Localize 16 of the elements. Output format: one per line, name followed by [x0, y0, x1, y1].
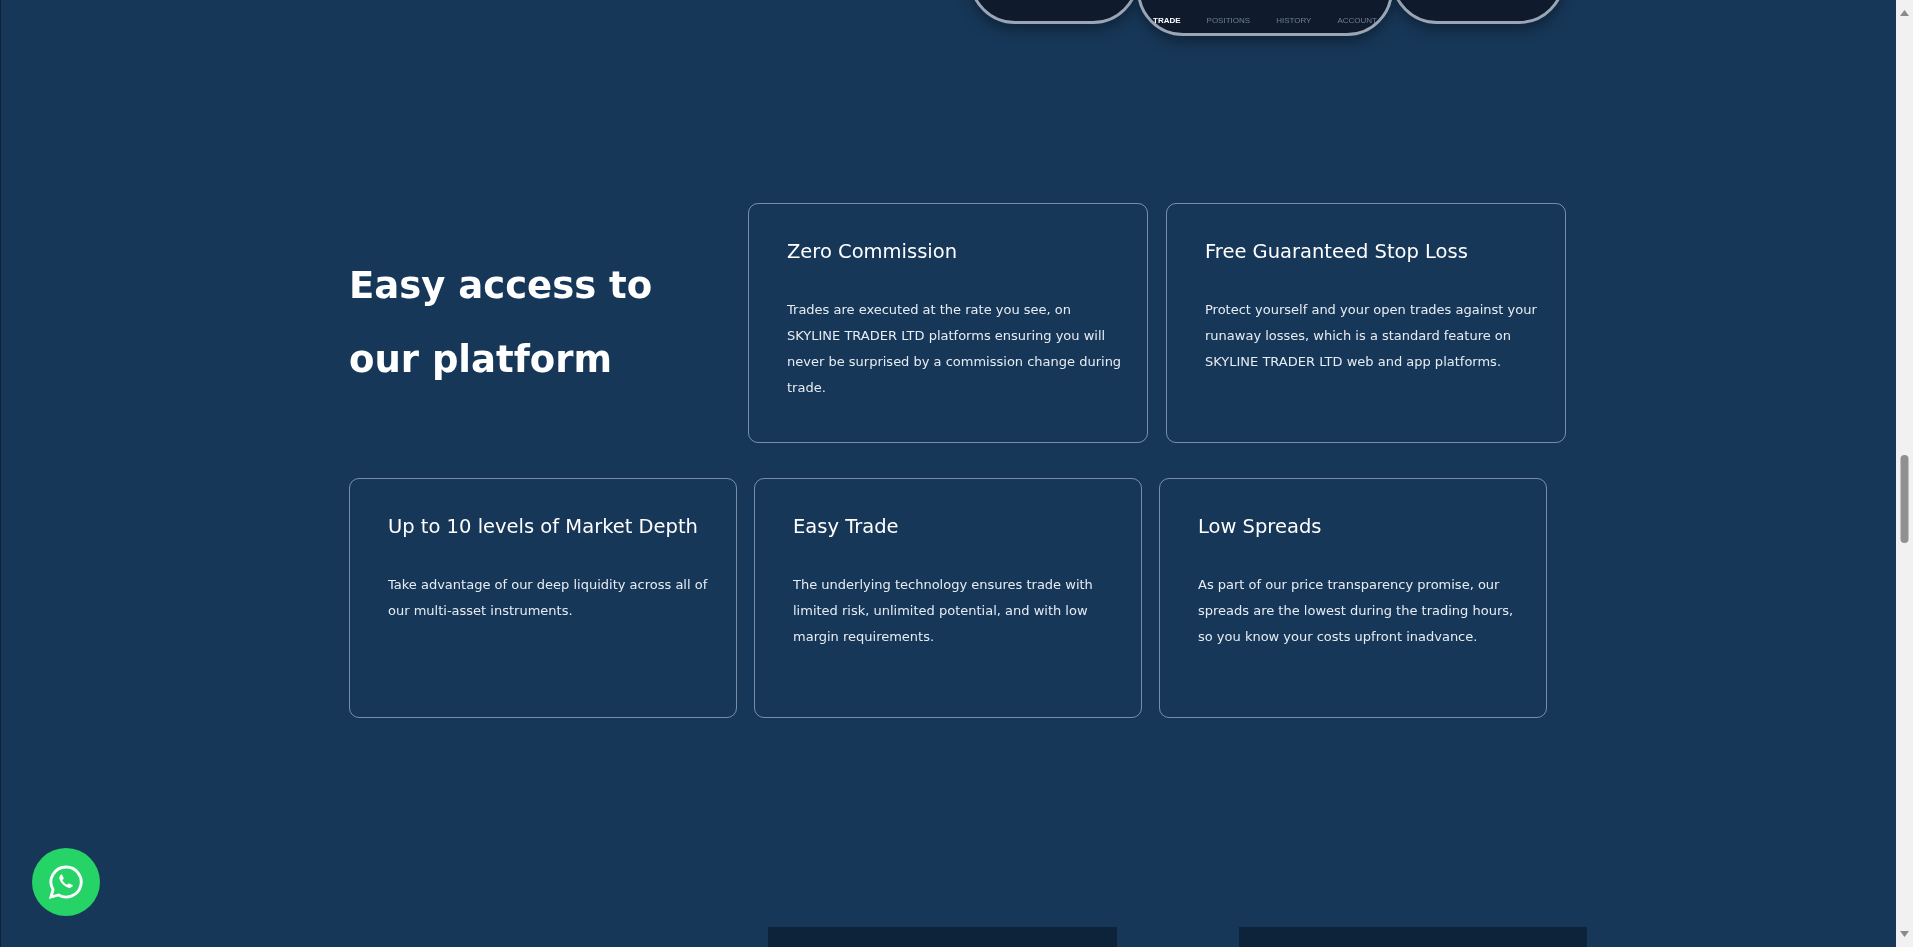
card-text: Trades are executed at the rate you see, on SKYLINE TRADER LTD platforms ensuring you will never be surprised by a commission change during trade. — [787, 301, 1123, 397]
card-title: Up to 10 levels of Market Depth — [388, 515, 699, 538]
card-title: Low Spreads — [1198, 515, 1323, 538]
section-heading: Easy access to our platform — [349, 263, 654, 383]
card-title: Easy Trade — [793, 515, 900, 538]
card-title: Zero Commission — [787, 240, 959, 263]
phone-icon — [47, 863, 85, 901]
phone-tab[interactable]: TRADE — [1153, 16, 1181, 25]
phone-tab[interactable]: POSITIONS — [1206, 16, 1251, 25]
card-text: Take advantage of our deep liquidity across all of our multi-asset instruments. — [388, 576, 709, 620]
card-title: Free Guaranteed Stop Loss — [1205, 240, 1469, 263]
phone-tab[interactable]: HISTORY — [1276, 16, 1312, 25]
card-text: The underlying technology ensures trade with limited risk, unlimited potential, and with low margin requirements. — [793, 576, 1094, 646]
card-text: As part of our price transparency promise, our spreads are the lowest during the trading hours, so you know your costs upfront inadvance. — [1198, 576, 1515, 646]
phone-tab[interactable]: ACCOUNT — [1337, 16, 1377, 25]
card-text: Protect yourself and your open trades against your runaway losses, which is a standard feature on SKYLINE TRADER LTD web and app platforms. — [1205, 301, 1538, 371]
